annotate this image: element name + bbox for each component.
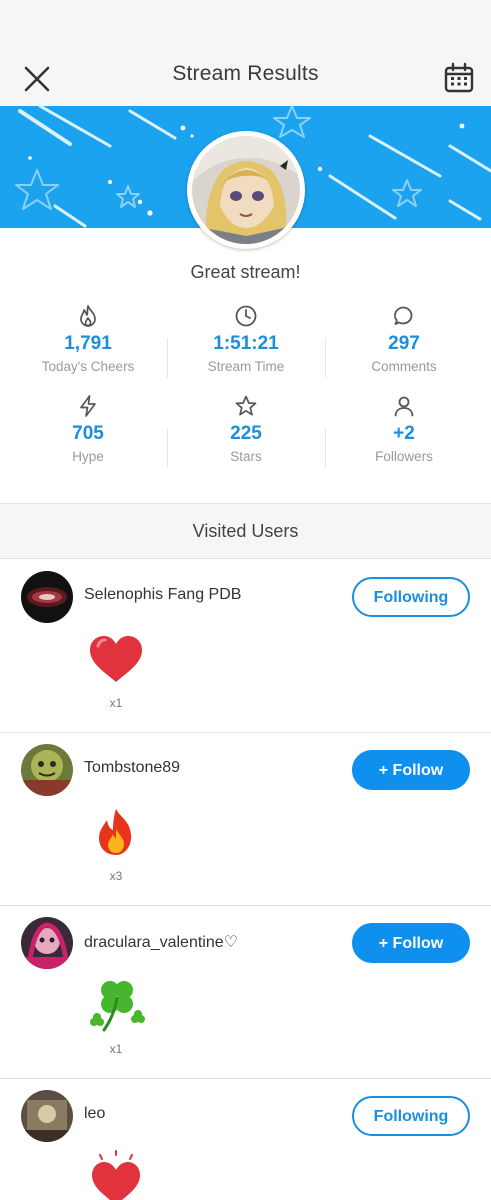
stat-value: 225 [230, 423, 262, 444]
clover-gift-icon [86, 976, 146, 1036]
stat-label: Today's Cheers [41, 359, 135, 374]
list-item: Selenophis Fang PDB Following x1 [0, 560, 491, 732]
lightning-icon [80, 395, 96, 417]
user-name[interactable]: Tombstone89 [84, 759, 180, 777]
stat-followers: +2 Followers [324, 394, 484, 464]
avatar[interactable] [21, 917, 73, 969]
list-item: draculara_valentine♡ + Follow x1 [0, 906, 491, 1078]
chat-bubble-icon [394, 306, 413, 325]
avatar[interactable] [21, 1090, 73, 1142]
avatar[interactable] [21, 744, 73, 796]
streamer-avatar [187, 131, 305, 249]
stream-headline: Great stream! [190, 262, 301, 282]
following-button[interactable]: Following [352, 1096, 470, 1136]
stat-label: Hype [72, 449, 104, 464]
stat-stars: 225 Stars [166, 394, 326, 464]
calendar-icon[interactable] [443, 62, 475, 94]
heart-gift-icon [86, 630, 146, 690]
visited-users-header: Visited Users [0, 503, 491, 559]
stat-label: Comments [371, 359, 437, 374]
user-name[interactable]: draculara_valentine♡ [84, 932, 238, 952]
stat-cheers: 1,791 Today's Cheers [8, 304, 168, 374]
star-icon [235, 395, 257, 416]
gift-count: x1 [109, 696, 123, 710]
stat-value: 1,791 [64, 333, 112, 354]
following-button[interactable]: Following [352, 577, 470, 617]
person-icon [394, 396, 414, 417]
gift-count: x3 [109, 869, 123, 883]
user-name[interactable]: Selenophis Fang PDB [84, 586, 241, 604]
stat-hype: 705 Hype [8, 394, 168, 464]
stat-value: 297 [388, 333, 420, 354]
list-item: Tombstone89 + Follow x3 [0, 733, 491, 905]
stat-stream-time: 1:51:21 Stream Time [166, 304, 326, 374]
avatar[interactable] [21, 571, 73, 623]
follow-button[interactable]: + Follow [352, 923, 470, 963]
stat-value: +2 [393, 423, 415, 444]
page-title: Stream Results [172, 62, 319, 85]
stat-label: Stars [230, 449, 262, 464]
follow-button[interactable]: + Follow [352, 750, 470, 790]
stat-label: Followers [375, 449, 433, 464]
clock-icon [235, 305, 257, 327]
list-item: leo Following [0, 1079, 491, 1200]
stat-comments: 297 Comments [324, 304, 484, 374]
stat-value: 1:51:21 [213, 333, 279, 354]
user-name[interactable]: leo [84, 1105, 105, 1123]
heart-gift-icon [86, 1149, 146, 1200]
fire-gift-icon [86, 803, 146, 863]
top-bar: Stream Results [0, 0, 491, 106]
flame-icon [80, 305, 96, 327]
stat-value: 705 [72, 423, 104, 444]
stat-label: Stream Time [207, 359, 285, 374]
gift-count: x1 [109, 1042, 123, 1056]
